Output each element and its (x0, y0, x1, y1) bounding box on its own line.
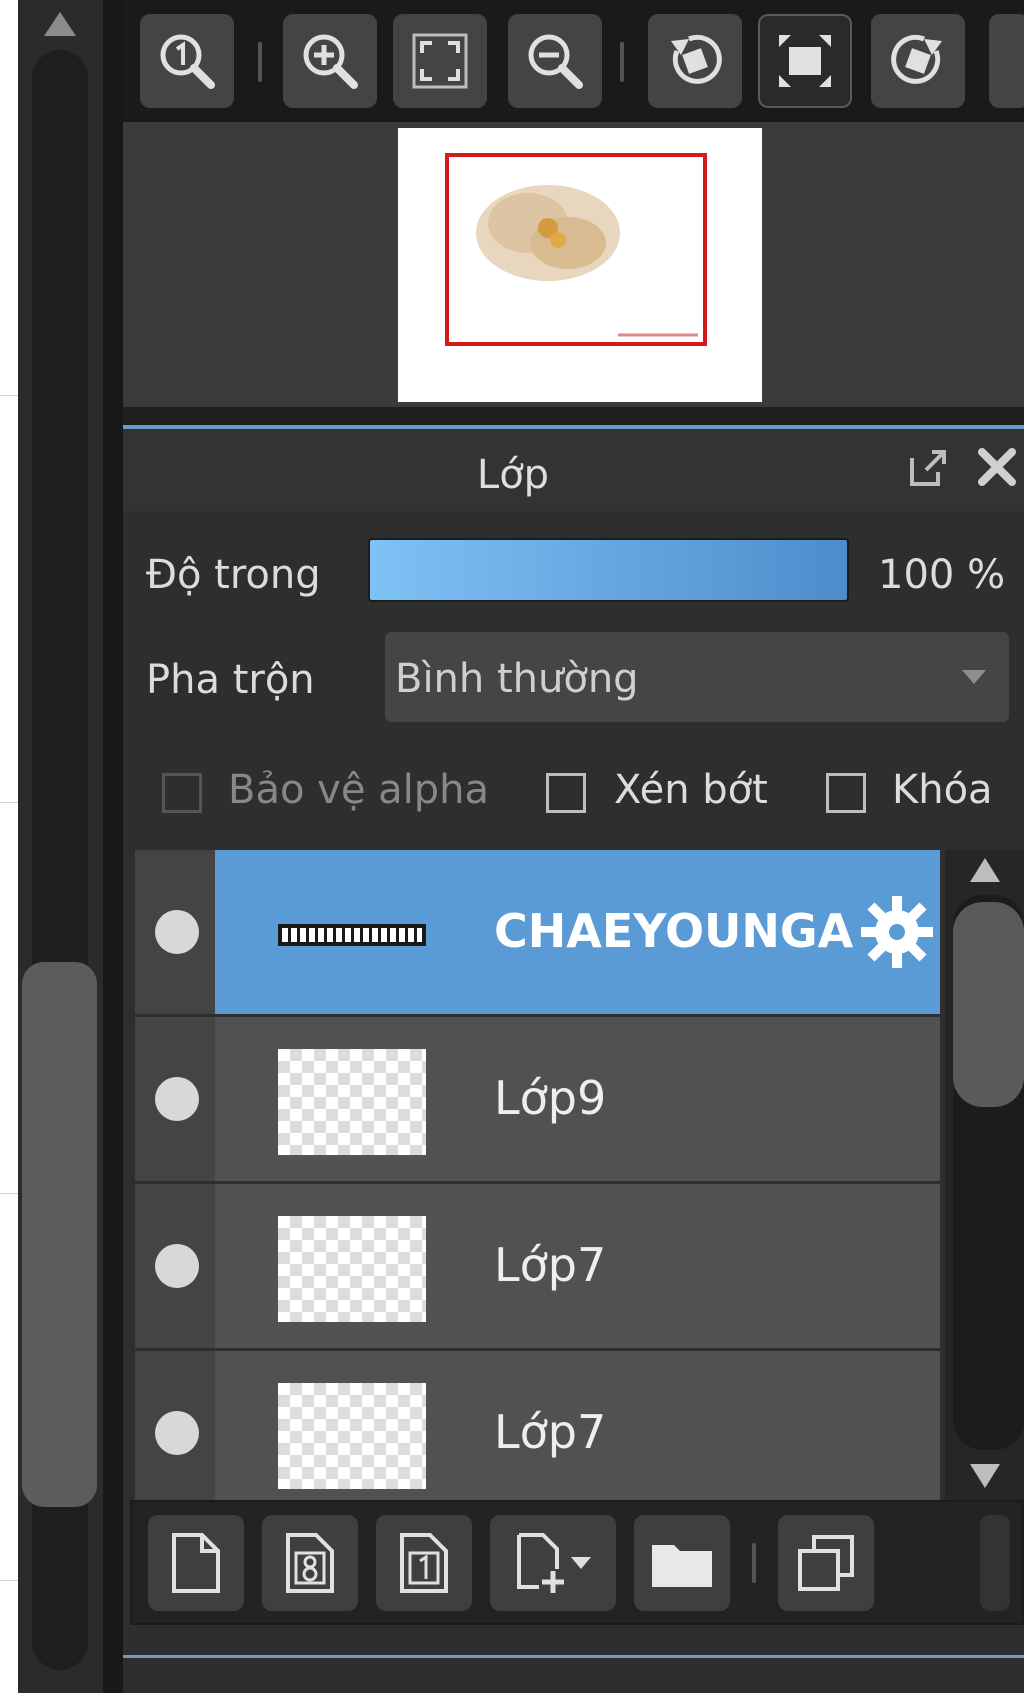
toolbar-separator (752, 1543, 756, 1583)
zoom-in-icon (303, 34, 358, 89)
more-tools-button[interactable] (989, 14, 1024, 108)
chevron-down-icon (962, 670, 986, 684)
layer-thumbnail (278, 882, 426, 988)
layer-row[interactable]: Lớp9 (135, 1017, 940, 1184)
toolbar-separator (258, 42, 262, 82)
visibility-icon[interactable] (155, 1411, 199, 1455)
gear-icon[interactable] (857, 892, 937, 972)
visibility-icon[interactable] (155, 910, 199, 954)
fullscreen-button[interactable] (758, 14, 852, 108)
view-toolbar (123, 0, 1024, 122)
layer-name: Lớp7 (494, 1405, 607, 1459)
actual-size-button[interactable] (140, 14, 234, 108)
rotate-right-button[interactable] (871, 14, 965, 108)
more-actions-button[interactable] (980, 1515, 1010, 1611)
rotate-left-icon (671, 34, 722, 84)
blend-label: Pha trộn (146, 657, 315, 703)
clip-checkbox[interactable] (546, 773, 586, 813)
blend-mode-value: Bình thường (395, 656, 639, 702)
layer-name: CHAEYOUNGA (494, 904, 854, 958)
zoom-in-button[interactable] (283, 14, 377, 108)
new-8bit-layer-button[interactable] (262, 1515, 358, 1611)
visibility-icon[interactable] (155, 1077, 199, 1121)
canvas-scrollbar-thumb[interactable] (22, 962, 97, 1507)
popout-icon[interactable] (906, 446, 950, 490)
folder-icon (652, 1545, 712, 1587)
blend-mode-select[interactable]: Bình thường (385, 632, 1009, 722)
duplicate-icon (798, 1535, 854, 1591)
zoom-one-icon (160, 34, 215, 89)
layer-list: CHAEYOUNGA Lớp9 Lớp7 Lớp7 (135, 850, 940, 1500)
new-layer-button[interactable] (148, 1515, 244, 1611)
fit-window-button[interactable] (393, 14, 487, 108)
add-page-icon (517, 1533, 564, 1593)
next-panel-header (123, 1655, 1024, 1693)
protect-alpha-label: Bảo vệ alpha (228, 767, 490, 813)
layer-row[interactable]: Lớp7 (135, 1184, 940, 1351)
new-page-icon (172, 1533, 220, 1593)
canvas-edge (0, 0, 18, 1693)
layer-8bit-icon (286, 1533, 334, 1593)
zoom-out-icon (528, 34, 583, 89)
layer-panel-title: Lớp (476, 452, 550, 498)
navigator-viewport-frame[interactable] (445, 153, 707, 346)
lock-checkbox[interactable] (826, 773, 866, 813)
layer-thumbnail (278, 1049, 426, 1155)
toolbar-separator (620, 42, 624, 82)
chevron-down-icon (571, 1557, 591, 1569)
new-1bit-layer-button[interactable] (376, 1515, 472, 1611)
zoom-out-button[interactable] (508, 14, 602, 108)
panel-divider[interactable] (103, 0, 123, 1693)
layer-list-scrollbar-thumb[interactable] (953, 902, 1024, 1107)
add-layer-menu-button[interactable] (490, 1515, 616, 1611)
layer-thumbnail (278, 1216, 426, 1322)
layer-name: Lớp9 (494, 1071, 607, 1125)
scroll-up-icon[interactable] (44, 12, 76, 36)
layer-thumbnail (278, 1383, 426, 1489)
rotate-left-button[interactable] (648, 14, 742, 108)
clip-label: Xén bớt (614, 767, 768, 813)
scroll-up-icon[interactable] (968, 856, 1002, 884)
close-icon[interactable] (976, 446, 1018, 488)
protect-alpha-checkbox[interactable] (162, 773, 202, 813)
opacity-label: Độ trong (146, 552, 321, 598)
layer-name: Lớp7 (494, 1238, 607, 1292)
duplicate-layer-button[interactable] (778, 1515, 874, 1611)
opacity-slider[interactable] (368, 538, 849, 602)
panel-splitter[interactable] (123, 407, 1024, 425)
scroll-down-icon[interactable] (968, 1462, 1002, 1490)
layer-row-selected[interactable]: CHAEYOUNGA (135, 850, 940, 1017)
layer-row[interactable]: Lớp7 (135, 1351, 940, 1500)
rotate-right-icon (891, 34, 942, 84)
opacity-value: 100 % (878, 552, 1006, 598)
layer-1bit-icon (400, 1533, 448, 1593)
fit-screen-icon (412, 33, 468, 89)
fullscreen-icon (779, 35, 831, 87)
lock-label: Khóa (892, 767, 993, 813)
visibility-icon[interactable] (155, 1244, 199, 1288)
new-folder-button[interactable] (634, 1515, 730, 1611)
